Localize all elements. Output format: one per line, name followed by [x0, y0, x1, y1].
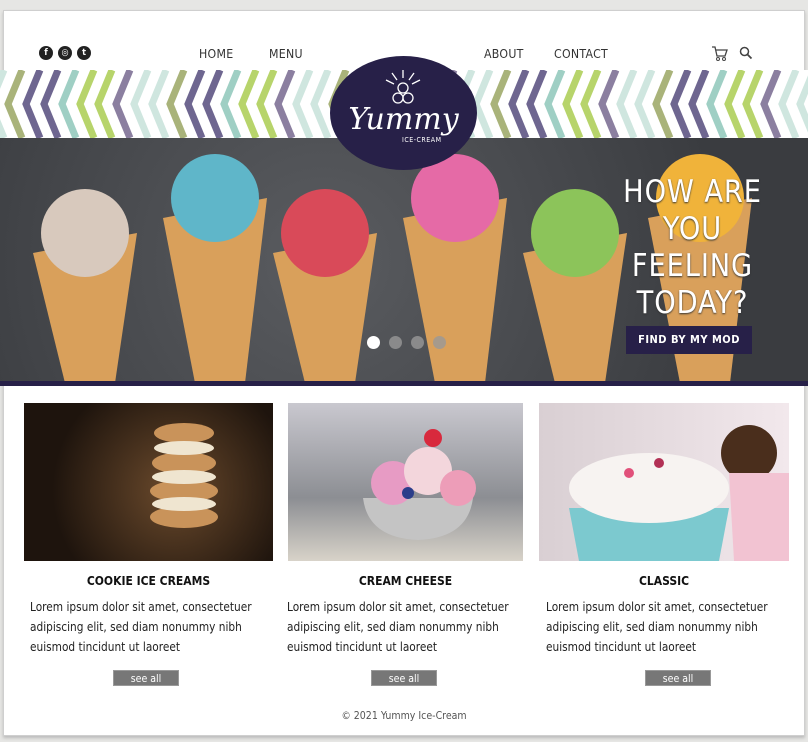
chevron-stripe [148, 70, 170, 138]
chevron-stripe [526, 70, 548, 138]
ice-cream-scoop [171, 154, 259, 242]
chevron-stripe [22, 70, 44, 138]
see-all-button[interactable]: see all [645, 670, 711, 686]
twitter-icon[interactable]: t [77, 46, 91, 60]
card-title: CLASSIC [638, 574, 690, 588]
logo-wordmark: Yummy [348, 102, 459, 137]
chevron-stripe [670, 70, 692, 138]
chevron-stripe [256, 70, 278, 138]
search-icon[interactable] [739, 46, 753, 60]
chevron-stripe [40, 70, 62, 138]
chevron-stripe [292, 70, 314, 138]
card-title: COOKIE ICE CREAMS [86, 574, 211, 588]
chevron-stripe [778, 70, 800, 138]
chevron-stripe [562, 70, 584, 138]
chevron-stripe [706, 70, 728, 138]
chevron-stripe [76, 70, 98, 138]
chevron-stripe [796, 75, 808, 133]
chevron-stripe [184, 70, 206, 138]
chevron-stripe [580, 70, 602, 138]
nav-contact[interactable]: CONTACT [554, 46, 608, 61]
chevron-stripe [760, 70, 782, 138]
ice-cream-scoop [531, 189, 619, 277]
chevron-stripe [688, 70, 710, 138]
slide-dot[interactable] [433, 336, 446, 349]
chevron-stripe [238, 70, 260, 138]
logo[interactable]: Yummy ICE-CREAM [330, 56, 477, 170]
nav-about[interactable]: ABOUT [484, 46, 524, 61]
chevron-stripe [310, 70, 332, 138]
chevron-stripe [490, 70, 512, 138]
chevron-stripe [4, 70, 26, 138]
chevron-stripe [130, 70, 152, 138]
nav-menu[interactable]: MENU [269, 46, 303, 61]
classic-image[interactable] [539, 403, 789, 561]
chevron-stripe [598, 70, 620, 138]
card-description: Lorem ipsum dolor sit amet, consectetuer… [546, 600, 768, 654]
chevron-stripe [220, 70, 242, 138]
chevron-stripe [58, 70, 80, 138]
chevron-stripe [634, 70, 656, 138]
headline-line: TODAY? [636, 285, 749, 321]
chevron-stripe [472, 70, 494, 138]
logo-subtitle: ICE-CREAM [402, 136, 442, 144]
hero-headline: HOW ARE YOU FEELING TODAY? [611, 174, 774, 322]
chevron-stripe [508, 70, 530, 138]
card-description: Lorem ipsum dolor sit amet, consectetuer… [287, 600, 509, 654]
slide-dot[interactable] [389, 336, 402, 349]
instagram-icon[interactable]: ◎ [58, 46, 72, 60]
headline-line: FEELING [631, 248, 754, 284]
chevron-stripe [166, 70, 188, 138]
nav-home[interactable]: HOME [199, 46, 233, 61]
cart-icon[interactable] [711, 45, 729, 63]
find-by-mood-button[interactable]: FIND BY MY MOD [626, 326, 752, 354]
hero-divider [0, 381, 808, 386]
chevron-stripe [652, 70, 674, 138]
chevron-stripe [742, 70, 764, 138]
chevron-stripe [544, 70, 566, 138]
slide-dot[interactable] [367, 336, 380, 349]
cookie-ice-cream-image[interactable] [24, 403, 273, 561]
chevron-stripe [112, 70, 134, 138]
chevron-stripe [616, 70, 638, 138]
ice-cream-scoop [41, 189, 129, 277]
headline-line: HOW ARE [623, 174, 762, 210]
chevron-stripe [0, 70, 8, 138]
card-title: CREAM CHEESE [358, 574, 453, 588]
chevron-stripe [724, 70, 746, 138]
slide-dot[interactable] [411, 336, 424, 349]
card-description: Lorem ipsum dolor sit amet, consectetuer… [30, 600, 252, 654]
facebook-icon[interactable]: f [39, 46, 53, 60]
footer-copyright: © 2021 Yummy Ice-Cream [341, 710, 467, 722]
cream-cheese-image[interactable] [288, 403, 523, 561]
see-all-button[interactable]: see all [113, 670, 179, 686]
chevron-stripe [202, 70, 224, 138]
headline-line: YOU [662, 211, 723, 247]
chevron-stripe [94, 70, 116, 138]
chevron-stripe [274, 70, 296, 138]
see-all-button[interactable]: see all [371, 670, 437, 686]
ice-cream-scoop [281, 189, 369, 277]
